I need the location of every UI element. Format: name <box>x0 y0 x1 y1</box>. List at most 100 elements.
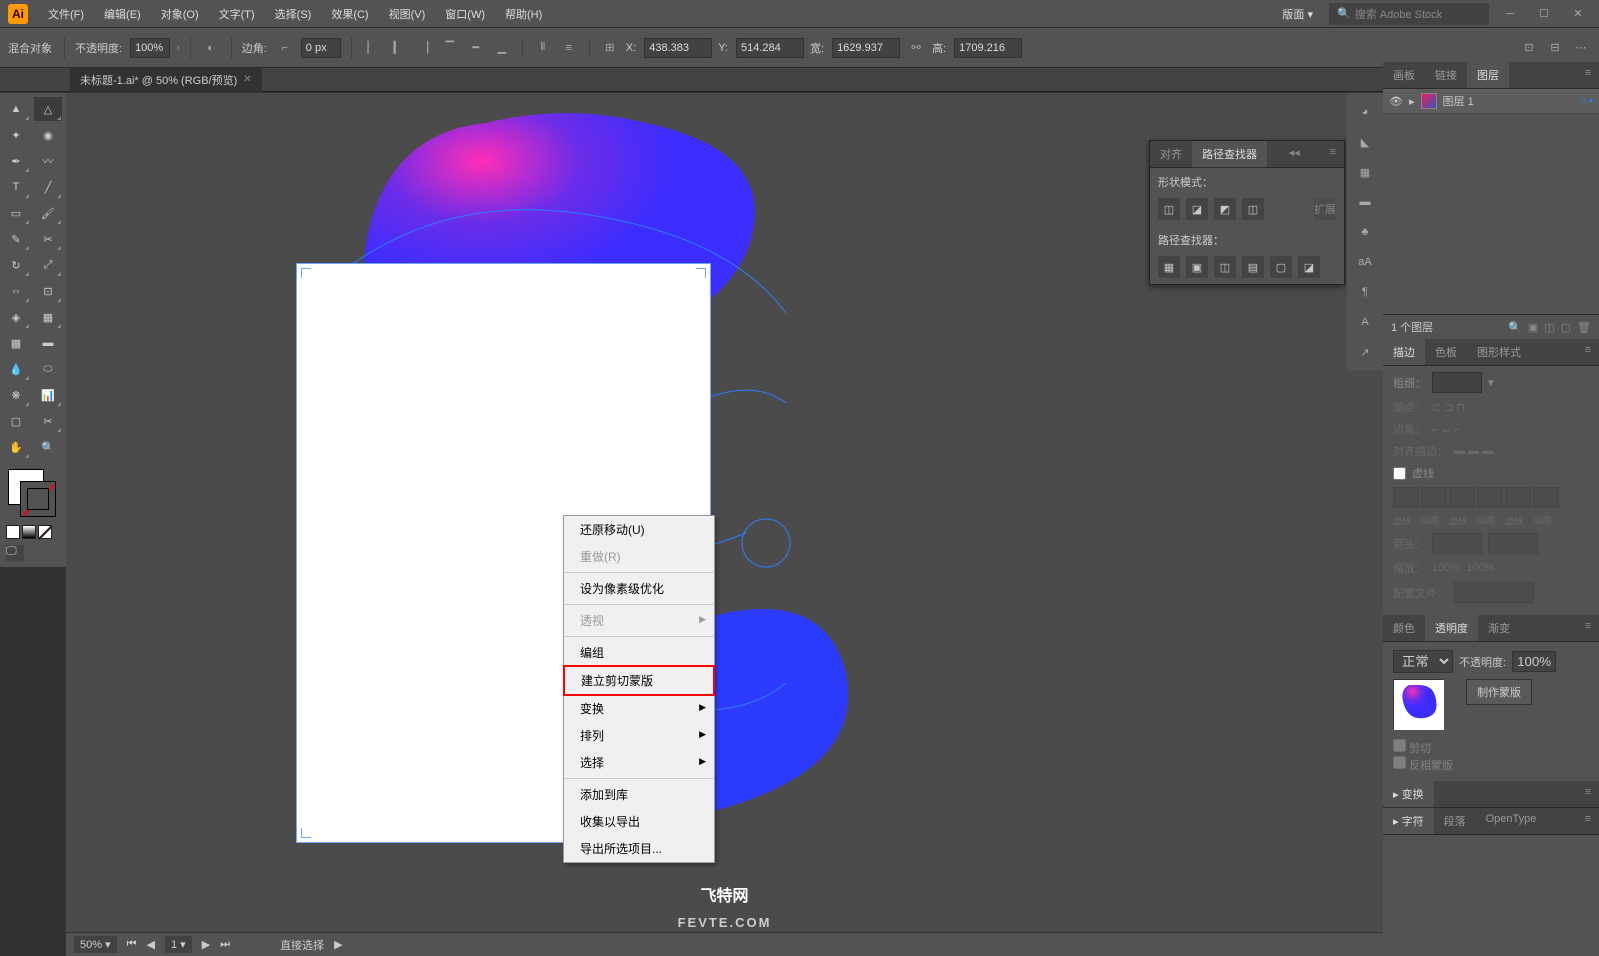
make-mask-button[interactable]: 制作蒙版 <box>1466 679 1532 705</box>
snap-point-icon[interactable]: ⊟ <box>1545 38 1565 58</box>
stroke-dock-icon[interactable]: aA <box>1354 251 1376 273</box>
tab-close-icon[interactable]: ✕ <box>243 74 251 85</box>
blend-tool[interactable]: ⬭ <box>34 357 62 381</box>
none-mode-icon[interactable] <box>38 525 52 539</box>
shape-builder-tool[interactable]: ◈ <box>2 305 30 329</box>
paragraph-dock-icon[interactable]: ¶ <box>1354 281 1376 303</box>
visibility-icon[interactable]: 👁 <box>1389 95 1403 108</box>
expand-arrow-icon[interactable]: ▸ <box>1409 95 1415 108</box>
tab-gradient[interactable]: 渐变 <box>1478 615 1520 641</box>
ctx-pixel-perfect[interactable]: 设为像素级优化 <box>564 575 714 602</box>
layer-target-icon[interactable]: ○ ▪ <box>1579 95 1593 107</box>
rotate-tool[interactable]: ↻ <box>2 253 30 277</box>
mesh-tool[interactable]: ▩ <box>2 331 30 355</box>
brushes-dock-icon[interactable]: ▬ <box>1354 191 1376 213</box>
trim-icon[interactable]: ▣ <box>1186 256 1208 278</box>
artboard-nav-last-icon[interactable]: ⏭ <box>220 938 230 951</box>
symbols-dock-icon[interactable]: ♣ <box>1354 221 1376 243</box>
chevron-right-icon[interactable]: › <box>176 42 180 54</box>
menu-type[interactable]: 文字(T) <box>211 2 263 26</box>
libraries-dock-icon[interactable]: ↗ <box>1354 341 1376 363</box>
align-vcenter-icon[interactable]: ━ <box>466 38 486 58</box>
panel-menu-icon[interactable]: ≡ <box>1577 808 1599 834</box>
new-layer-icon[interactable]: ▢ <box>1561 321 1571 334</box>
align-bottom-icon[interactable]: ▁ <box>492 38 512 58</box>
minus-front-icon[interactable]: ◪ <box>1186 198 1208 220</box>
ctx-select[interactable]: 选择▶ <box>564 749 714 776</box>
pen-tool[interactable]: ✒ <box>2 149 30 173</box>
ctx-make-clipping-mask[interactable]: 建立剪切蒙版 <box>563 665 715 696</box>
status-menu-icon[interactable]: ▶ <box>334 938 342 951</box>
tab-paragraph[interactable]: 段落 <box>1434 808 1476 834</box>
screen-mode-icon[interactable]: 🖵 <box>6 545 24 561</box>
stroke-swatch[interactable] <box>20 481 56 517</box>
panel-menu-icon[interactable]: ≡ <box>1577 615 1599 641</box>
distribute-v-icon[interactable]: ≡ <box>559 38 579 58</box>
tab-pathfinder[interactable]: 路径查找器 <box>1192 141 1267 167</box>
weight-dropdown-icon[interactable]: ▾ <box>1488 376 1494 389</box>
locate-icon[interactable]: 🔍 <box>1508 321 1522 334</box>
character-dock-icon[interactable]: A <box>1354 311 1376 333</box>
minimize-icon[interactable]: ─ <box>1497 5 1523 23</box>
trans-opacity-input[interactable] <box>1512 651 1556 672</box>
align-right-icon[interactable]: ▕ <box>414 38 434 58</box>
blend-mode-select[interactable]: 正常 <box>1393 650 1453 673</box>
tab-transparency[interactable]: 透明度 <box>1425 615 1478 641</box>
opacity-input[interactable] <box>130 38 170 58</box>
close-icon[interactable]: ✕ <box>1565 5 1591 23</box>
artboard-nav-first-icon[interactable]: ⏮ <box>127 938 137 951</box>
menu-view[interactable]: 视图(V) <box>381 2 434 26</box>
panel-collapse-icon[interactable]: ◂◂ <box>1281 141 1308 167</box>
tab-swatches[interactable]: 色板 <box>1425 339 1467 365</box>
free-transform-tool[interactable]: ⊡ <box>34 279 62 303</box>
menu-effect[interactable]: 效果(C) <box>323 2 376 26</box>
recolor-icon[interactable]: ◐ <box>201 38 221 58</box>
swatches-dock-icon[interactable]: ▦ <box>1354 161 1376 183</box>
width-tool[interactable]: ⇔ <box>2 279 30 303</box>
artboard-tool[interactable]: ▢ <box>2 409 30 433</box>
align-top-icon[interactable]: ▔ <box>440 38 460 58</box>
divide-icon[interactable]: ▦ <box>1158 256 1180 278</box>
hand-tool[interactable]: ✋ <box>2 435 30 459</box>
column-graph-tool[interactable]: 📊 <box>34 383 62 407</box>
ctx-export-selection[interactable]: 导出所选项目... <box>564 835 714 862</box>
panel-menu-icon[interactable]: ≡ <box>1577 62 1599 88</box>
layer-row[interactable]: 👁 ▸ 图层 1 ○ ▪ <box>1383 89 1599 114</box>
workspace-switcher[interactable]: 版面 ▾ <box>1274 2 1321 26</box>
distribute-h-icon[interactable]: ⫴ <box>533 38 553 58</box>
magic-wand-tool[interactable]: ✦ <box>2 123 30 147</box>
gradient-tool[interactable]: ▬ <box>34 331 62 355</box>
delete-layer-icon[interactable]: 🗑 <box>1577 321 1591 334</box>
h-input[interactable] <box>954 38 1022 58</box>
shaper-tool[interactable]: ✎ <box>2 227 30 251</box>
tab-graphic-styles[interactable]: 图形样式 <box>1467 339 1531 365</box>
exclude-icon[interactable]: ◫ <box>1242 198 1264 220</box>
align-hcenter-icon[interactable]: ▎ <box>388 38 408 58</box>
tab-opentype[interactable]: OpenType <box>1476 808 1547 834</box>
paintbrush-tool[interactable]: 🖌 <box>34 201 62 225</box>
tab-color[interactable]: 颜色 <box>1383 615 1425 641</box>
intersect-icon[interactable]: ◩ <box>1214 198 1236 220</box>
dash-checkbox[interactable] <box>1393 467 1406 480</box>
symbol-sprayer-tool[interactable]: ❋ <box>2 383 30 407</box>
eraser-tool[interactable]: ✂ <box>34 227 62 251</box>
tab-character[interactable]: ▸ 字符 <box>1383 808 1434 834</box>
tab-transform[interactable]: ▸ 变换 <box>1383 781 1434 807</box>
type-tool[interactable]: T <box>2 175 30 199</box>
rectangle-tool[interactable]: ▭ <box>2 201 30 225</box>
zoom-tool[interactable]: 🔍 <box>34 435 62 459</box>
maximize-icon[interactable]: ☐ <box>1531 5 1557 23</box>
zoom-select[interactable]: 50% ▾ <box>74 936 117 953</box>
curvature-tool[interactable]: 〰 <box>34 149 62 173</box>
line-tool[interactable]: ╱ <box>34 175 62 199</box>
corner-input[interactable] <box>301 38 341 58</box>
direct-selection-tool[interactable]: △ <box>34 97 62 121</box>
color-guide-dock-icon[interactable]: ◣ <box>1354 131 1376 153</box>
link-wh-icon[interactable]: ⚯ <box>906 38 926 58</box>
new-sublayer-icon[interactable]: ◫ <box>1544 321 1554 334</box>
scale-tool[interactable]: ⤢ <box>34 253 62 277</box>
layer-name[interactable]: 图层 1 <box>1443 93 1474 109</box>
artboard-nav-next-icon[interactable]: ▶ <box>202 938 210 951</box>
ctx-arrange[interactable]: 排列▶ <box>564 722 714 749</box>
tab-links[interactable]: 链接 <box>1425 62 1467 88</box>
